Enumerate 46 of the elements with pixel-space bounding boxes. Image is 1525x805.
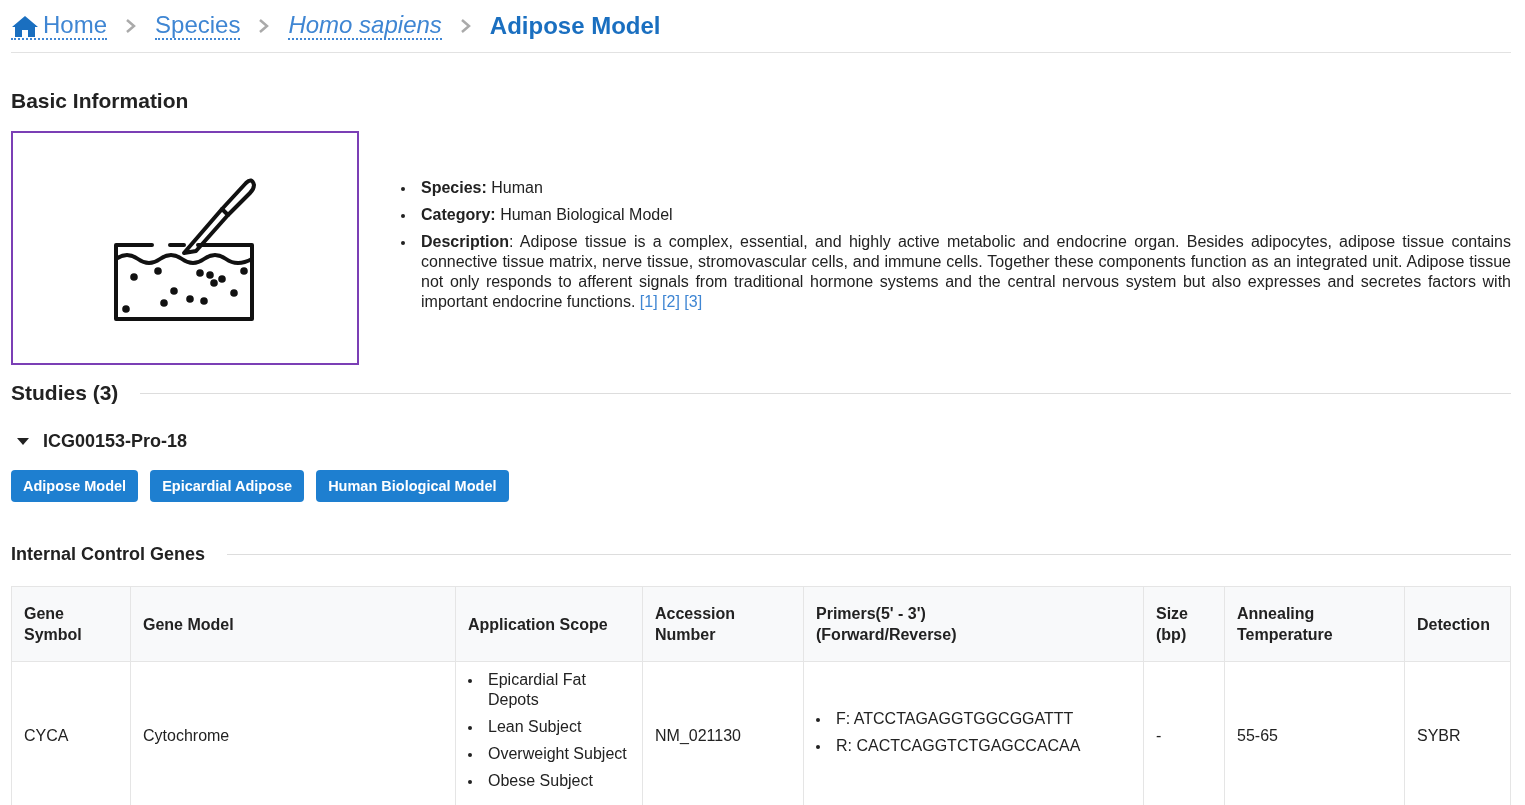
chevron-icon: [258, 18, 271, 34]
scope-item: Overweight Subject: [488, 744, 628, 764]
column-header: Primers(5' - 3') (Forward/Reverse): [803, 586, 1144, 662]
breadcrumb-link[interactable]: Homo sapiens: [288, 12, 442, 40]
study-toggle[interactable]: ICG00153-Pro-18: [11, 431, 188, 452]
section-title: Studies (3): [11, 381, 119, 405]
bullet-icon: [468, 780, 472, 784]
bullet-icon: [468, 753, 472, 757]
column-header: Application Scope: [455, 586, 643, 662]
column-header: Accession Number: [642, 586, 804, 662]
scope-item: Epicardial Fat Depots: [488, 670, 587, 710]
tag-button[interactable]: Adipose Model: [11, 470, 139, 502]
bullet-icon: [816, 718, 820, 722]
primer-item: F: ATCCTAGAGGTGGCGGATTT: [836, 709, 1075, 729]
bullet-icon: [468, 726, 472, 730]
tag-button[interactable]: Human Biological Model: [316, 470, 509, 502]
column-header: Annealing Temperature: [1224, 586, 1405, 662]
breadcrumb-current: Adipose Model: [489, 12, 661, 40]
breadcrumb-link[interactable]: Species: [155, 12, 241, 40]
reference-link[interactable]: [1]: [639, 292, 658, 310]
section-title: Basic Information: [11, 89, 190, 113]
home-icon: [11, 14, 39, 38]
bullet-icon: [816, 745, 820, 749]
caret-icon: [17, 437, 29, 446]
breadcrumb-link[interactable]: Home: [11, 12, 108, 40]
column-header: Gene Symbol: [11, 586, 131, 662]
column-header: Detection: [1404, 586, 1511, 662]
column-header: Size (bp): [1143, 586, 1225, 662]
info-text: Species: Human: [421, 177, 544, 198]
scope-item: Lean Subject: [488, 717, 583, 737]
bullet-icon: [401, 186, 405, 191]
reference-link[interactable]: [3]: [684, 292, 703, 310]
info-text: Description: Adipose tissue is a complex, essential, and highly active metabolic and endocrine organ. Besides adipocytes, adipose tissue contains connective tissue matrix, nerve tissue, stromovascular cells, and immune cells. Together these components function as an integrated unit. Adipose tissue not only responds to afferent signals from traditional hormone systems and the central nervous system but also expresses and secretes factors with important endocrine functions. [1] [2] [3]: [421, 231, 1511, 312]
chevron-icon: [459, 18, 472, 34]
column-header: Gene Model: [130, 586, 456, 662]
reference-link[interactable]: [2]: [662, 292, 680, 310]
info-text: Category: Human Biological Model: [421, 204, 674, 225]
bullet-icon: [468, 679, 472, 683]
scope-item: Obese Subject: [488, 771, 594, 791]
table-cell: CYCA: [11, 661, 131, 805]
primer-item: R: CACTCAGGTCTGAGCCACAA: [836, 736, 1082, 756]
bullet-icon: [401, 240, 405, 245]
chevron-icon: [125, 18, 138, 34]
tag-button[interactable]: Epicardial Adipose: [150, 470, 305, 502]
subsection-title: Internal Control Genes: [11, 544, 206, 565]
bullet-icon: [401, 213, 405, 218]
